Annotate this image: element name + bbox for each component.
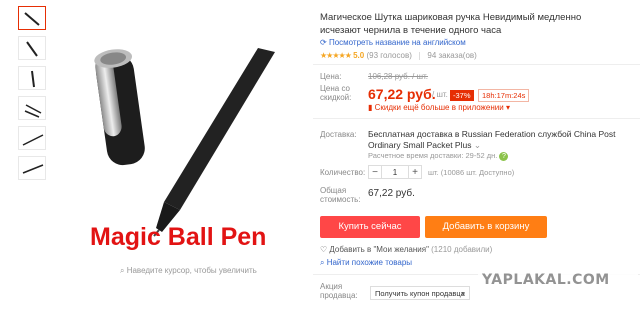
quantity-input[interactable]: 1: [382, 165, 408, 179]
thumbnail-6[interactable]: [18, 156, 46, 180]
discount-price-label: Цена со скидкой:: [320, 84, 352, 102]
help-icon[interactable]: ?: [499, 152, 509, 161]
coupon-select[interactable]: Получить купон продавца ▾: [370, 286, 470, 300]
discount-badge: -37%: [450, 90, 474, 101]
total-label: Общая стоимость:: [320, 186, 361, 204]
delivery-eta: Расчетное время доставки: 29-52 дн. ?: [368, 151, 509, 161]
countdown-timer: 18h:17m:24s: [478, 89, 530, 102]
thumbnail-strip: [18, 6, 48, 186]
search-icon: ⌕: [120, 266, 127, 275]
mobile-icon: ▮: [368, 103, 375, 112]
thumbnail-5[interactable]: [18, 126, 46, 150]
increase-button[interactable]: +: [408, 165, 422, 179]
image-caption: Magic Ball Pen: [90, 223, 266, 251]
buy-now-button[interactable]: Купить сейчас: [320, 216, 420, 238]
shipping-label: Доставка:: [320, 130, 357, 139]
thumbnail-3[interactable]: [18, 66, 46, 90]
search-icon: ⌕: [320, 258, 327, 267]
price-label: Цена:: [320, 72, 342, 81]
find-similar-link[interactable]: ⌕ Найти похожие товары: [320, 258, 412, 268]
pen-illustration: Magic Ball Pen: [90, 48, 275, 251]
quantity-available: шт. (10086 шт. Доступно): [428, 168, 515, 177]
app-discount-link[interactable]: ▮ Скидки ещё больше в приложении ▾: [368, 103, 510, 112]
wishlist-count: (1210 добавили): [431, 245, 493, 254]
chevron-down-icon: ▾: [503, 103, 510, 112]
chevron-down-icon: ⌄: [473, 140, 481, 150]
translate-link[interactable]: ⟳ Посмотреть название на английском: [320, 38, 466, 47]
chevron-down-icon: ▾: [461, 289, 465, 298]
translate-icon: ⟳: [320, 38, 329, 47]
add-to-cart-button[interactable]: Добавить в корзину: [425, 216, 547, 238]
thumbnail-4[interactable]: [18, 96, 46, 120]
decrease-button[interactable]: −: [368, 165, 382, 179]
promo-label: Акция продавца:: [320, 282, 358, 300]
product-image[interactable]: Magic Ball Pen: [60, 0, 310, 262]
product-title: Магическое Шутка шариковая ручка Невидим…: [320, 12, 582, 36]
wishlist-link[interactable]: ♡ Добавить в "Мои желания" (1210 добавил…: [320, 245, 492, 254]
watermark: YAPLAKAL.COM: [478, 268, 638, 294]
star-rating-icon[interactable]: ★★★★★: [320, 51, 352, 60]
total-price: 67,22 руб.: [368, 188, 415, 199]
orders-count: 94 заказа(ов): [427, 51, 477, 60]
zoom-hint-text: Наведите курсор, чтобы увеличить: [126, 266, 257, 275]
zoom-hint: ⌕ Наведите курсор, чтобы увеличить: [120, 266, 257, 276]
thumbnail-2[interactable]: [18, 36, 46, 60]
thumbnail-1[interactable]: [18, 6, 46, 30]
quantity-label: Количество:: [320, 168, 366, 177]
current-price: 67,22 руб.: [368, 86, 436, 102]
rating-value: 5.0: [353, 51, 365, 60]
old-price: 106,28 руб. / шт.: [368, 72, 429, 81]
rating-row: ★★★★★ 5.0 (93 голосов) 94 заказа(ов): [320, 51, 477, 60]
heart-icon: ♡: [320, 245, 330, 254]
rating-votes[interactable]: (93 голосов): [366, 51, 411, 60]
price-unit: / шт.: [432, 90, 448, 99]
shipping-info[interactable]: Бесплатная доставка в Russian Federation…: [368, 129, 628, 151]
quantity-stepper: − 1 +: [368, 165, 422, 179]
